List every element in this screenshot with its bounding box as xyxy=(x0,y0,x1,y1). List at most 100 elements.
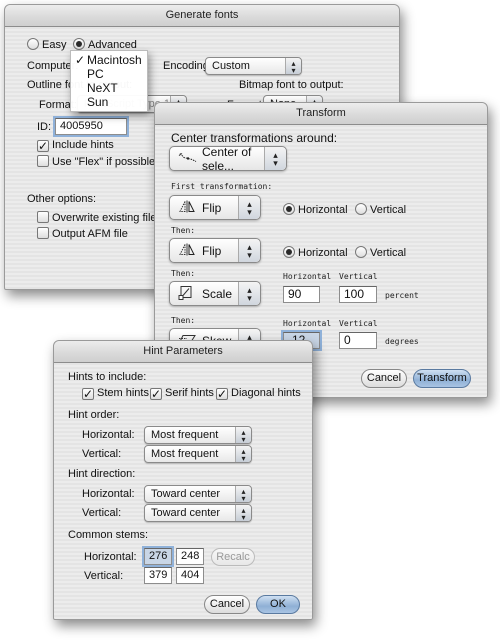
direction-horizontal-popup[interactable]: Toward center ▴ ▾ xyxy=(144,485,252,503)
scale-horizontal-field[interactable]: 90 xyxy=(283,286,320,303)
stems-horizontal-label: Horizontal: xyxy=(84,551,137,563)
direction-vertical-popup[interactable]: Toward center ▴ ▾ xyxy=(144,504,252,522)
output-afm-label: Output AFM file xyxy=(52,228,128,240)
direction-horizontal-label: Horizontal: xyxy=(82,488,135,500)
hint-order-label: Hint order: xyxy=(68,409,120,421)
popup-arrows-icon: ▴▾ xyxy=(235,486,251,503)
hints-to-include-label: Hints to include: xyxy=(68,371,147,383)
stem-hints-label: Stem hints xyxy=(97,387,149,399)
hint-ok-button[interactable]: OK xyxy=(256,595,300,614)
computer-menu-item-macintosh[interactable]: ✓ Macintosh xyxy=(71,53,147,67)
hint-parameters-title: Hint Parameters xyxy=(54,341,312,363)
radio-easy-icon xyxy=(27,38,39,50)
radio-label: Horizontal xyxy=(298,204,348,216)
menu-item-label: PC xyxy=(87,67,104,81)
computer-menu-item-sun[interactable]: Sun xyxy=(71,95,147,109)
use-flex-label: Use "Flex" if possible xyxy=(52,156,156,168)
overwrite-checkbox[interactable]: Overwrite existing files xyxy=(37,211,162,224)
skew-vertical-field[interactable]: 0 xyxy=(339,332,377,349)
serif-hints-checkbox[interactable]: ✓ Serif hints xyxy=(150,387,214,400)
stems-vertical-field-2[interactable]: 404 xyxy=(176,567,204,584)
then-label: Then: xyxy=(171,269,196,278)
first-transformation-label: First transformation: xyxy=(171,182,273,191)
computer-menu-item-next[interactable]: NeXT xyxy=(71,81,147,95)
encoding-popup[interactable]: Custom ▴ ▾ xyxy=(205,57,302,75)
common-stems-label: Common stems: xyxy=(68,529,149,541)
mode-easy-label: Easy xyxy=(42,39,67,51)
menu-item-label: NeXT xyxy=(87,81,118,95)
hint-parameters-window: Hint Parameters Hints to include: ✓ Stem … xyxy=(53,340,313,620)
menu-item-label: Sun xyxy=(87,95,109,109)
radio-advanced-icon xyxy=(73,38,85,50)
row2-vertical-radio[interactable]: Vertical xyxy=(355,246,406,259)
direction-horizontal-value: Toward center xyxy=(151,488,221,500)
computer-menu: ✓ Macintosh PC NeXT Sun xyxy=(70,50,148,112)
popup-arrows-icon: ▴▾ xyxy=(238,282,260,305)
transform-title: Transform xyxy=(155,103,487,125)
row2-horizontal-radio[interactable]: Horizontal xyxy=(283,246,348,259)
checkbox-checked-icon: ✓ xyxy=(216,387,228,401)
radio-label: Horizontal xyxy=(298,247,348,259)
popup-arrows-icon: ▴▾ xyxy=(235,446,251,463)
transform-op-3-value: Scale xyxy=(202,286,233,301)
id-label: ID: xyxy=(37,121,52,133)
diagonal-hints-label: Diagonal hints xyxy=(231,387,301,399)
row1-horizontal-radio[interactable]: Horizontal xyxy=(283,203,348,216)
radio-unselected-icon xyxy=(355,203,367,215)
checkbox-unchecked-icon xyxy=(37,155,49,167)
output-afm-checkbox[interactable]: Output AFM file xyxy=(37,227,128,240)
center-label: Center transformations around: xyxy=(171,131,338,145)
stems-vertical-label: Vertical: xyxy=(84,570,124,582)
checkbox-checked-icon: ✓ xyxy=(82,387,94,401)
stems-horizontal-field-2[interactable]: 248 xyxy=(176,548,204,565)
transform-op-1-value: Flip xyxy=(202,200,222,215)
center-selection-icon xyxy=(178,151,198,166)
order-vertical-popup[interactable]: Most frequent ▴ ▾ xyxy=(144,445,252,463)
transform-op-1-popup[interactable]: Flip ▴ ▾ xyxy=(169,195,261,220)
bitmap-font-label: Bitmap font to output: xyxy=(239,79,344,91)
transform-op-2-popup[interactable]: Flip ▴ ▾ xyxy=(169,238,261,263)
checkbox-unchecked-icon xyxy=(37,227,49,239)
transform-cancel-button[interactable]: Cancel xyxy=(361,369,407,388)
skew-vertical-label: Vertical xyxy=(339,319,378,328)
radio-label: Vertical xyxy=(370,204,407,216)
order-horizontal-popup[interactable]: Most frequent ▴ ▾ xyxy=(144,426,252,444)
transform-button[interactable]: Transform xyxy=(413,369,471,388)
direction-vertical-value: Toward center xyxy=(151,507,221,519)
use-flex-checkbox[interactable]: Use "Flex" if possible xyxy=(37,155,155,168)
stems-vertical-field-1[interactable]: 379 xyxy=(144,567,172,584)
skew-unit: degrees xyxy=(385,337,419,346)
then-label: Then: xyxy=(171,316,196,325)
radio-selected-icon xyxy=(283,203,295,215)
order-vertical-value: Most frequent xyxy=(151,448,219,460)
stem-hints-checkbox[interactable]: ✓ Stem hints xyxy=(82,387,149,400)
recalc-button[interactable]: Recalc xyxy=(211,548,255,566)
computer-menu-item-pc[interactable]: PC xyxy=(71,67,147,81)
scale-vertical-field[interactable]: 100 xyxy=(339,286,377,303)
mode-easy-radio[interactable]: Easy xyxy=(27,38,66,51)
transform-op-3-popup[interactable]: Scale ▴ ▾ xyxy=(169,281,261,306)
serif-hints-label: Serif hints xyxy=(165,387,214,399)
menu-item-label: Macintosh xyxy=(87,53,142,67)
row1-vertical-radio[interactable]: Vertical xyxy=(355,203,406,216)
checkmark-icon: ✓ xyxy=(75,53,86,67)
scale-vertical-label: Vertical xyxy=(339,272,378,281)
stems-horizontal-field-1[interactable]: 276 xyxy=(144,548,172,565)
id-field[interactable]: 4005950 xyxy=(55,118,127,135)
popup-arrows-icon: ▴▾ xyxy=(264,147,286,170)
radio-selected-icon xyxy=(283,246,295,258)
hint-cancel-button[interactable]: Cancel xyxy=(204,595,250,614)
scale-unit: percent xyxy=(385,291,419,300)
flip-icon xyxy=(178,242,196,259)
popup-arrows-icon: ▴▾ xyxy=(235,427,251,444)
flip-icon xyxy=(178,199,196,216)
popup-arrows-icon: ▴▾ xyxy=(238,196,260,219)
generate-fonts-title: Generate fonts xyxy=(5,5,399,27)
center-popup[interactable]: Center of sele... ▴ ▾ xyxy=(169,145,287,173)
scale-horizontal-label: Horizontal xyxy=(283,272,332,281)
include-hints-checkbox[interactable]: ✓ Include hints xyxy=(37,139,114,152)
popup-arrows-icon: ▴▾ xyxy=(235,505,251,522)
order-horizontal-value: Most frequent xyxy=(151,429,219,441)
skew-horizontal-label: Horizontal xyxy=(283,319,332,328)
diagonal-hints-checkbox[interactable]: ✓ Diagonal hints xyxy=(216,387,301,400)
